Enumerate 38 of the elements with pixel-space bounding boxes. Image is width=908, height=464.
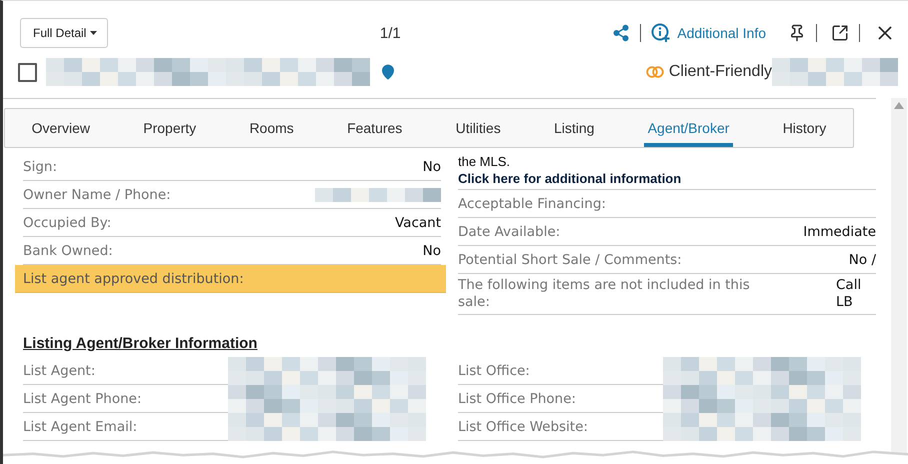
field-label: Date Available: bbox=[458, 224, 560, 240]
share-icon[interactable] bbox=[612, 24, 630, 42]
additional-information-link[interactable]: Click here for additional information bbox=[458, 170, 876, 187]
tab[interactable]: History bbox=[778, 109, 830, 147]
field-label: Owner Name / Phone: bbox=[23, 186, 171, 202]
record-checkbox[interactable] bbox=[18, 62, 37, 82]
map-pin-icon[interactable] bbox=[380, 64, 396, 80]
tab[interactable]: Utilities bbox=[452, 109, 505, 147]
client-friendly-label: Client-Friendly bbox=[668, 63, 772, 81]
view-dropdown[interactable]: Full Detail bbox=[20, 18, 108, 48]
section-title: Listing Agent/Broker Information bbox=[23, 334, 258, 354]
tab[interactable]: Features bbox=[343, 109, 406, 147]
popout-icon[interactable] bbox=[831, 24, 849, 42]
field-value: No bbox=[422, 158, 441, 174]
pin-icon[interactable] bbox=[788, 24, 806, 42]
toggle-icon[interactable] bbox=[646, 66, 664, 78]
field-label: Sign: bbox=[23, 158, 57, 174]
tab[interactable]: Overview bbox=[28, 109, 94, 147]
pager: 1/1 bbox=[378, 24, 402, 42]
field-label: List agent approved distribution: bbox=[23, 270, 244, 286]
field-value: Immediate bbox=[803, 224, 876, 240]
additional-info-link[interactable]: Additional Info bbox=[651, 23, 766, 43]
tab[interactable]: Property bbox=[139, 109, 200, 147]
field-value: No / bbox=[848, 252, 876, 268]
caret-icon bbox=[90, 31, 98, 35]
field-label: Potential Short Sale / Comments: bbox=[458, 252, 682, 268]
field-label: Occupied By: bbox=[23, 214, 112, 230]
field-label: Bank Owned: bbox=[23, 242, 113, 258]
field-value: Vacant bbox=[394, 214, 441, 230]
field-value: Call LB bbox=[836, 277, 862, 311]
notice-text: the MLS. bbox=[458, 153, 512, 170]
field-label: Acceptable Financing: bbox=[458, 196, 606, 212]
tab[interactable]: Listing bbox=[550, 109, 598, 147]
field-label: The following items are not included in this sale: bbox=[458, 276, 751, 312]
tab[interactable]: Rooms bbox=[245, 109, 298, 147]
field-value: No bbox=[422, 242, 441, 258]
tab[interactable]: Agent/Broker bbox=[644, 109, 734, 147]
info-icon bbox=[651, 23, 672, 43]
